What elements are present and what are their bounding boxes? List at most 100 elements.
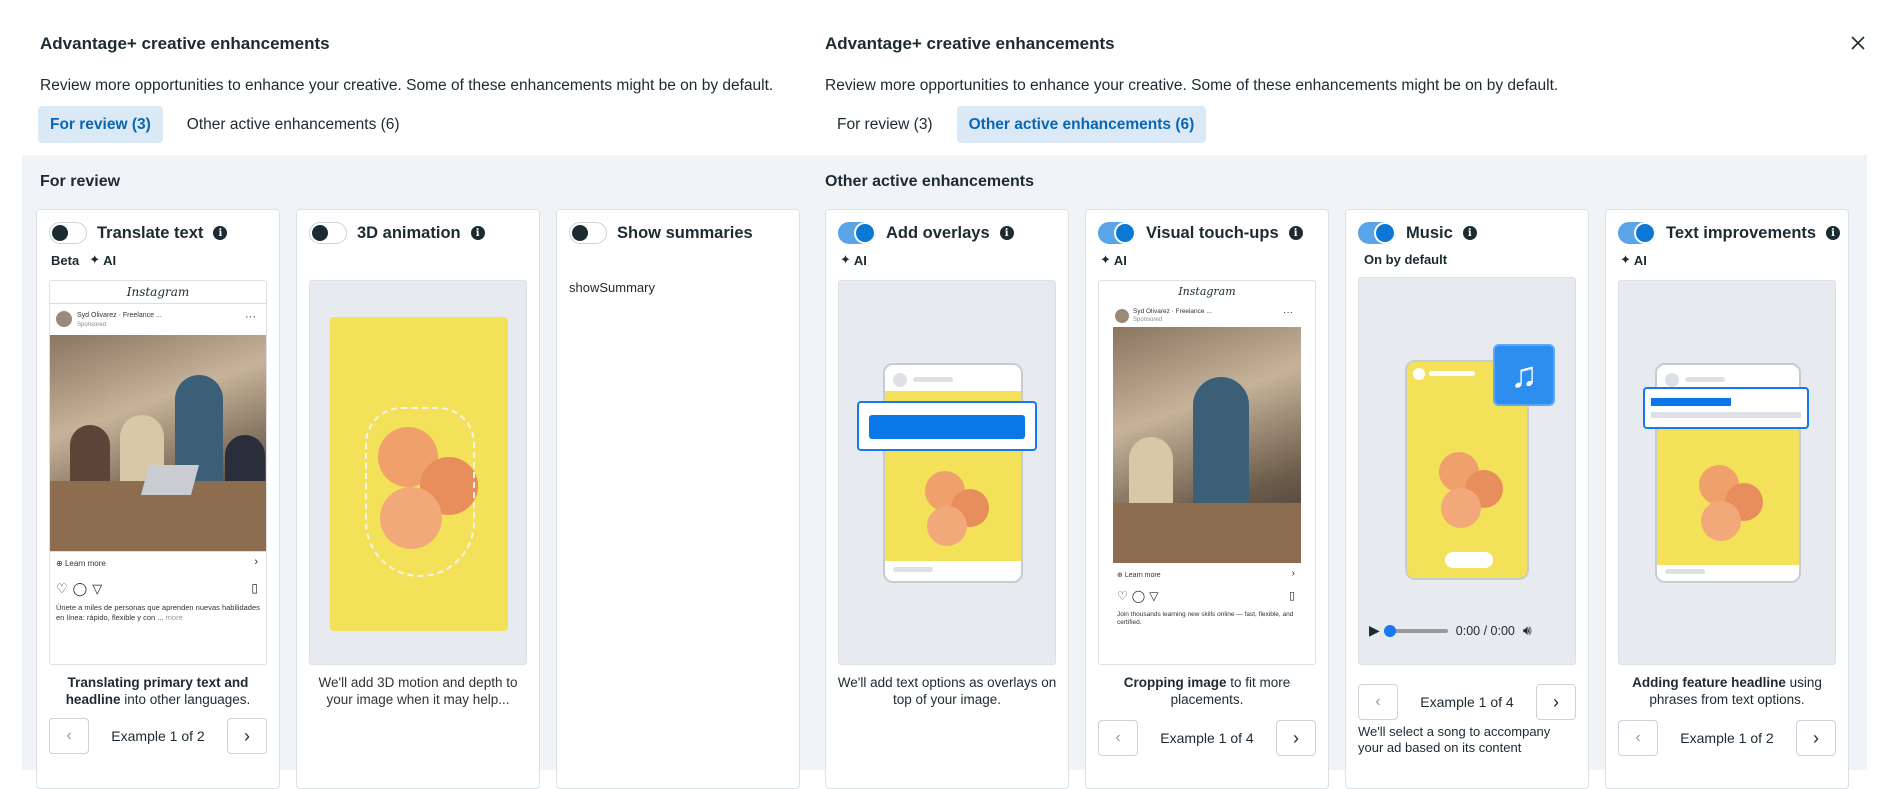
tab-other-active[interactable]: Other active enhancements (6) xyxy=(175,106,412,143)
headline-graphic xyxy=(1643,387,1809,429)
card-body-text: showSummary xyxy=(569,280,655,295)
card-title: Translate text xyxy=(97,223,204,242)
volume-icon[interactable]: 🔊︎ xyxy=(1523,622,1532,639)
example-preview xyxy=(309,280,527,665)
avatar xyxy=(56,311,72,327)
tab-for-review[interactable]: For review (3) xyxy=(825,106,945,143)
audio-scrubber[interactable] xyxy=(1383,624,1448,637)
chevron-left-icon: ‹ xyxy=(1375,693,1381,710)
info-icon[interactable]: i xyxy=(213,226,228,240)
chevron-right-icon: › xyxy=(243,725,250,746)
tab-bar: For review (3) Other active enhancements… xyxy=(825,106,1207,143)
card-description: We'll select a song to accompany your ad… xyxy=(1358,724,1551,755)
section-title: Other active enhancements xyxy=(825,173,1034,190)
more-icon: ··· xyxy=(1283,307,1293,318)
pager-label: Example 1 of 4 xyxy=(1420,694,1514,710)
on-by-default-badge: On by default xyxy=(1364,252,1448,267)
peach-bag-image xyxy=(330,317,508,631)
translate-text-toggle[interactable] xyxy=(49,222,87,244)
ai-badge: AI xyxy=(1633,252,1647,268)
dialog-subtitle: Review more opportunities to enhance you… xyxy=(40,77,774,94)
show-summaries-toggle[interactable] xyxy=(569,222,607,244)
example-pager: ‹ Example 1 of 4 › xyxy=(1346,684,1588,720)
card-add-overlays: Add overlays i ✦ AI We'll add text optio… xyxy=(825,209,1069,789)
ig-caption: Únete a miles de personas que aprenden n… xyxy=(56,603,260,622)
card-title: Text improvements xyxy=(1666,223,1817,242)
tab-bar: For review (3) Other active enhancements… xyxy=(38,106,412,143)
photo-people-at-table xyxy=(1113,327,1301,563)
play-icon[interactable]: ▶ xyxy=(1369,622,1380,639)
info-icon[interactable]: i xyxy=(1288,226,1303,240)
tab-for-review[interactable]: For review (3) xyxy=(38,106,163,143)
music-toggle[interactable] xyxy=(1358,222,1396,244)
tab-other-active[interactable]: Other active enhancements (6) xyxy=(956,106,1207,143)
example-preview: Instagram Syd Olivarez · Freelance ... S… xyxy=(49,280,267,665)
sparkle-icon: ✦ xyxy=(1100,252,1111,267)
3d-animation-toggle[interactable] xyxy=(309,222,347,244)
info-icon[interactable]: i xyxy=(1826,226,1841,240)
pager-label: Example 1 of 2 xyxy=(1680,730,1774,746)
pager-label: Example 1 of 2 xyxy=(111,728,205,744)
sparkle-icon: ✦ xyxy=(840,252,851,267)
next-button[interactable]: › xyxy=(226,718,267,754)
add-overlays-toggle[interactable] xyxy=(838,222,876,244)
chevron-right-icon: › xyxy=(1552,691,1559,712)
bookmark-icon: ▯ xyxy=(1288,590,1295,602)
learn-more-link[interactable]: ⊕ Learn more xyxy=(1117,571,1161,581)
card-description: We'll add text options as overlays on to… xyxy=(837,675,1057,707)
card-title: Visual touch-ups xyxy=(1146,223,1279,242)
chevron-left-icon: ‹ xyxy=(1635,729,1641,746)
audio-time: 0:00 / 0:00 xyxy=(1455,623,1515,638)
info-icon[interactable]: i xyxy=(999,226,1014,240)
music-note-icon: ♫ xyxy=(1493,344,1555,406)
ig-action-icons: ♡◯▽ xyxy=(1117,589,1163,603)
dialog-title: Advantage+ creative enhancements xyxy=(40,34,330,53)
instagram-logo: Instagram xyxy=(1178,285,1236,298)
next-button[interactable]: › xyxy=(1795,720,1836,756)
sparkle-icon: ✦ xyxy=(1620,252,1631,267)
pager-label: Example 1 of 4 xyxy=(1160,730,1254,746)
right-dialog: Advantage+ creative enhancements Review … xyxy=(803,0,1867,789)
content-area: Other active enhancements Add overlays i… xyxy=(803,155,1867,789)
avatar xyxy=(1115,309,1129,323)
sparkle-icon: ✦ xyxy=(89,252,101,267)
info-icon[interactable]: i xyxy=(470,226,485,240)
chevron-right-icon: › xyxy=(254,556,258,568)
card-description: Translating primary text and headline in… xyxy=(65,675,251,707)
card-text-improvements: Text improvements i ✦ AI Adding feature … xyxy=(1605,209,1849,789)
prev-button[interactable]: ‹ xyxy=(1618,720,1658,756)
example-preview: ♫ ▶ 0:00 / 0:00 🔊︎ xyxy=(1358,277,1576,665)
dialog-subtitle: Review more opportunities to enhance you… xyxy=(825,77,1559,94)
next-button[interactable]: › xyxy=(1275,720,1316,756)
info-icon[interactable]: i xyxy=(1462,226,1477,240)
prev-button[interactable]: ‹ xyxy=(49,718,89,754)
close-icon[interactable] xyxy=(1849,34,1867,52)
ig-caption: Join thousands learning new skills onlin… xyxy=(1117,611,1294,626)
chevron-left-icon: ‹ xyxy=(66,727,72,744)
ig-sponsored: Sponsored xyxy=(77,322,107,328)
audio-player: ▶ 0:00 / 0:00 🔊︎ xyxy=(1369,622,1532,639)
visual-touch-ups-toggle[interactable] xyxy=(1098,222,1136,244)
prev-button[interactable]: ‹ xyxy=(1358,684,1398,720)
content-area: For review Translate text i Beta ✦ AI Ins… xyxy=(22,155,803,789)
card-description: We'll add 3D motion and depth to your im… xyxy=(318,675,518,707)
ig-sponsored: Sponsored xyxy=(1133,317,1163,323)
card-description: Adding feature headline using phrases fr… xyxy=(1632,675,1822,707)
card-show-summaries: Show summaries showSummary xyxy=(556,209,800,789)
example-preview xyxy=(838,280,1056,665)
chevron-right-icon: › xyxy=(1291,568,1295,579)
dialog-title: Advantage+ creative enhancements xyxy=(825,34,1115,53)
example-pager: ‹ Example 1 of 4 › xyxy=(1086,720,1328,756)
ai-badge: AI xyxy=(103,252,117,268)
photo-people-at-table xyxy=(50,335,266,551)
learn-more-link[interactable]: ⊕ Learn more xyxy=(56,559,106,569)
more-icon: ··· xyxy=(245,311,256,323)
card-title: 3D animation xyxy=(357,223,461,242)
ai-badge: AI xyxy=(1113,252,1127,268)
section-title: For review xyxy=(40,173,121,190)
next-button[interactable]: › xyxy=(1535,684,1576,720)
example-pager: ‹ Example 1 of 2 › xyxy=(37,718,279,754)
text-improvements-toggle[interactable] xyxy=(1618,222,1656,244)
prev-button[interactable]: ‹ xyxy=(1098,720,1138,756)
example-pager: ‹ Example 1 of 2 › xyxy=(1606,720,1848,756)
